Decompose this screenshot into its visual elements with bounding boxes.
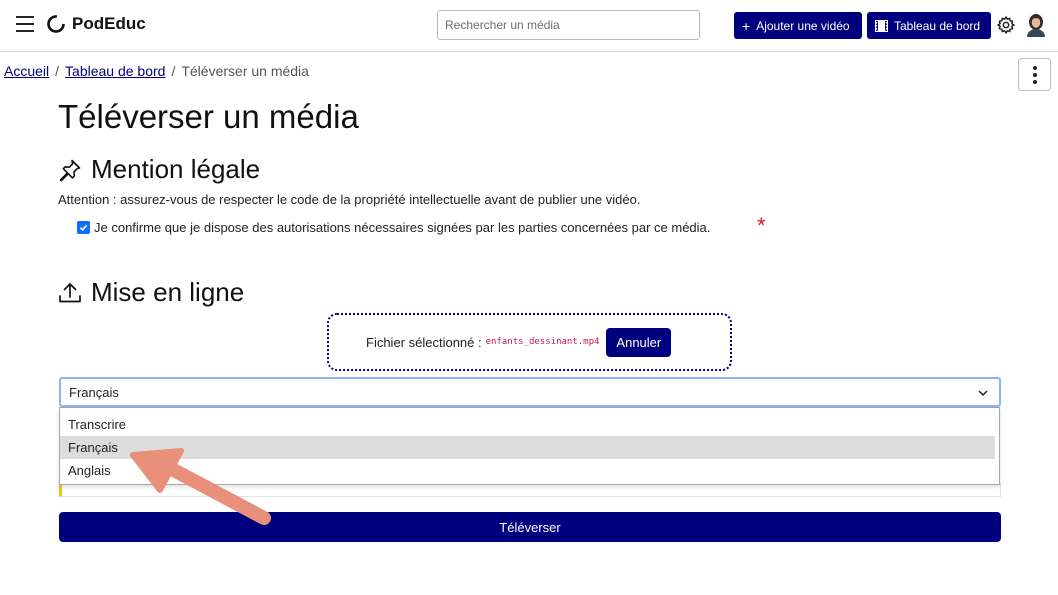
selected-file-name: enfants_dessinant.mp4 — [485, 337, 600, 347]
breadcrumb-dashboard-link[interactable]: Tableau de bord — [65, 63, 165, 79]
confirm-checkbox-label[interactable]: Je confirme que je dispose des autorisat… — [94, 220, 710, 235]
cancel-button[interactable]: Annuler — [606, 327, 672, 357]
kebab-dot-icon — [1032, 72, 1037, 77]
plus-icon: + — [742, 17, 751, 34]
upload-submit-button[interactable]: Téléverser — [59, 512, 1001, 542]
legal-title-text: Mention légale — [91, 154, 261, 184]
language-option-english[interactable]: Anglais — [60, 459, 995, 482]
brand-name: PodEduc — [72, 14, 146, 33]
required-asterisk: * — [757, 213, 766, 238]
page-title: Téléverser un média — [58, 98, 359, 135]
menu-icon[interactable] — [16, 16, 34, 32]
kebab-dot-icon — [1032, 65, 1037, 70]
info-alert — [59, 483, 1001, 497]
search-input[interactable] — [437, 10, 700, 40]
language-dropdown-list: Transcrire Français Anglais — [59, 407, 1000, 485]
breadcrumb-current: Téléverser un média — [181, 63, 309, 79]
upload-icon — [59, 282, 81, 302]
file-dropzone[interactable]: Fichier sélectionné : enfants_dessinant.… — [327, 313, 732, 371]
language-option-french[interactable]: Français — [60, 436, 995, 459]
legal-section-title: Mention légale — [58, 154, 260, 185]
logo-ring-icon — [47, 15, 65, 33]
check-icon — [79, 224, 88, 232]
pin-icon — [59, 159, 81, 181]
chevron-down-icon — [978, 390, 988, 397]
gear-icon[interactable] — [996, 15, 1016, 35]
language-select[interactable]: Français — [59, 377, 1001, 407]
add-video-label: Ajouter une vidéo — [756, 18, 850, 33]
breadcrumb-separator: / — [55, 63, 60, 79]
top-navbar: PodEduc + Ajouter une vidéo Tableau de b… — [0, 0, 1058, 52]
selected-file-label: Fichier sélectionné : — [366, 334, 482, 350]
brand-logo[interactable]: PodEduc — [46, 14, 146, 34]
breadcrumb-home-link[interactable]: Accueil — [4, 63, 49, 79]
legal-confirmation: Je confirme que je dispose des autorisat… — [77, 220, 710, 235]
dashboard-label: Tableau de bord — [894, 18, 981, 33]
add-video-button[interactable]: + Ajouter une vidéo — [734, 12, 862, 39]
upload-title-text: Mise en ligne — [91, 277, 245, 307]
film-icon — [875, 19, 888, 32]
user-avatar[interactable] — [1025, 13, 1047, 37]
dashboard-button[interactable]: Tableau de bord — [867, 12, 991, 39]
breadcrumb: Accueil / Tableau de bord / Téléverser u… — [4, 63, 309, 79]
language-select-value: Français — [69, 384, 119, 400]
upload-section-title: Mise en ligne — [58, 277, 244, 308]
language-option-transcribe[interactable]: Transcrire — [60, 413, 995, 436]
more-options-button[interactable] — [1018, 58, 1051, 91]
confirm-checkbox[interactable] — [77, 221, 90, 234]
breadcrumb-separator: / — [171, 63, 176, 79]
kebab-dot-icon — [1032, 79, 1037, 84]
legal-warning-text: Attention : assurez-vous de respecter le… — [58, 192, 641, 207]
